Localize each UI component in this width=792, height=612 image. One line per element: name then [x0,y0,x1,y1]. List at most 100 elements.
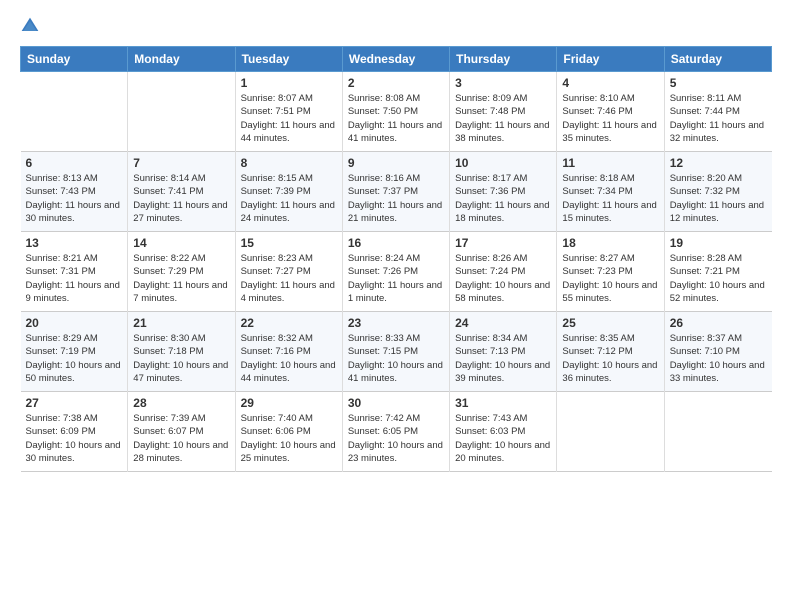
day-info: Sunrise: 8:27 AM Sunset: 7:23 PM Dayligh… [562,252,658,305]
day-number: 18 [562,236,658,250]
day-cell: 8Sunrise: 8:15 AM Sunset: 7:39 PM Daylig… [235,152,342,232]
day-cell: 14 Sunrise: 8:22 AM Sunset: 7:29 PM Dayli… [128,232,235,312]
day-number: 19 [670,236,767,250]
day-number: 26 [670,316,767,330]
day-cell: 15 Sunrise: 8:23 AM Sunset: 7:27 PM Dayli… [235,232,342,312]
day-cell: 1 Sunrise: 8:07 AM Sunset: 7:51 PM Daylig… [235,72,342,152]
day-number: 23 [348,316,444,330]
day-number: 12 [670,156,767,170]
day-number: 2 [348,76,444,90]
day-cell [664,392,771,472]
day-cell [128,72,235,152]
header-sunday: Sunday [21,47,128,72]
day-cell [557,392,664,472]
day-cell: 29 Sunrise: 7:40 AM Sunset: 6:06 PM Dayli… [235,392,342,472]
day-info: Sunrise: 8:30 AM Sunset: 7:18 PM Dayligh… [133,332,229,385]
day-info: Sunrise: 8:26 AM Sunset: 7:24 PM Dayligh… [455,252,551,305]
day-number: 30 [348,396,444,410]
calendar-table: SundayMondayTuesdayWednesdayThursdayFrid… [20,46,772,472]
day-number: 11 [562,156,658,170]
day-info: Sunrise: 8:07 AM Sunset: 7:51 PM Dayligh… [241,92,337,145]
day-number: 9 [348,156,444,170]
day-number: 29 [241,396,337,410]
week-row-1: 1 Sunrise: 8:07 AM Sunset: 7:51 PM Daylig… [21,72,772,152]
day-info: Sunrise: 8:29 AM Sunset: 7:19 PM Dayligh… [26,332,123,385]
day-number: 15 [241,236,337,250]
day-number: 28 [133,396,229,410]
week-row-2: 6Sunrise: 8:13 AM Sunset: 7:43 PM Daylig… [21,152,772,232]
day-info: Sunrise: 8:18 AM Sunset: 7:34 PM Dayligh… [562,172,658,225]
day-number: 7 [133,156,229,170]
day-number: 14 [133,236,229,250]
day-cell: 23 Sunrise: 8:33 AM Sunset: 7:15 PM Dayli… [342,312,449,392]
day-number: 21 [133,316,229,330]
day-info: Sunrise: 7:39 AM Sunset: 6:07 PM Dayligh… [133,412,229,465]
day-info: Sunrise: 8:35 AM Sunset: 7:12 PM Dayligh… [562,332,658,385]
day-cell: 17Sunrise: 8:26 AM Sunset: 7:24 PM Dayli… [450,232,557,312]
week-row-4: 20Sunrise: 8:29 AM Sunset: 7:19 PM Dayli… [21,312,772,392]
day-info: Sunrise: 8:17 AM Sunset: 7:36 PM Dayligh… [455,172,551,225]
header-wednesday: Wednesday [342,47,449,72]
day-cell: 7 Sunrise: 8:14 AM Sunset: 7:41 PM Daylig… [128,152,235,232]
day-info: Sunrise: 8:13 AM Sunset: 7:43 PM Dayligh… [26,172,123,225]
week-row-3: 13 Sunrise: 8:21 AM Sunset: 7:31 PM Dayli… [21,232,772,312]
header-thursday: Thursday [450,47,557,72]
logo-icon [20,16,40,36]
day-cell: 5 Sunrise: 8:11 AM Sunset: 7:44 PM Daylig… [664,72,771,152]
day-number: 16 [348,236,444,250]
day-cell: 25 Sunrise: 8:35 AM Sunset: 7:12 PM Dayli… [557,312,664,392]
day-cell: 13 Sunrise: 8:21 AM Sunset: 7:31 PM Dayli… [21,232,128,312]
day-number: 5 [670,76,767,90]
day-cell: 4 Sunrise: 8:10 AM Sunset: 7:46 PM Daylig… [557,72,664,152]
day-cell: 9 Sunrise: 8:16 AM Sunset: 7:37 PM Daylig… [342,152,449,232]
day-number: 13 [26,236,123,250]
day-info: Sunrise: 7:40 AM Sunset: 6:06 PM Dayligh… [241,412,337,465]
day-info: Sunrise: 8:22 AM Sunset: 7:29 PM Dayligh… [133,252,229,305]
day-number: 8 [241,156,337,170]
day-info: Sunrise: 8:24 AM Sunset: 7:26 PM Dayligh… [348,252,444,305]
day-info: Sunrise: 8:37 AM Sunset: 7:10 PM Dayligh… [670,332,767,385]
header-monday: Monday [128,47,235,72]
day-cell: 22 Sunrise: 8:32 AM Sunset: 7:16 PM Dayli… [235,312,342,392]
week-row-5: 27 Sunrise: 7:38 AM Sunset: 6:09 PM Dayli… [21,392,772,472]
day-number: 1 [241,76,337,90]
day-cell: 30 Sunrise: 7:42 AM Sunset: 6:05 PM Dayli… [342,392,449,472]
day-cell: 2Sunrise: 8:08 AM Sunset: 7:50 PM Daylig… [342,72,449,152]
day-cell: 12 Sunrise: 8:20 AM Sunset: 7:32 PM Dayli… [664,152,771,232]
day-info: Sunrise: 8:20 AM Sunset: 7:32 PM Dayligh… [670,172,767,225]
day-info: Sunrise: 7:42 AM Sunset: 6:05 PM Dayligh… [348,412,444,465]
day-cell: 18 Sunrise: 8:27 AM Sunset: 7:23 PM Dayli… [557,232,664,312]
day-number: 27 [26,396,123,410]
day-info: Sunrise: 7:43 AM Sunset: 6:03 PM Dayligh… [455,412,551,465]
day-number: 25 [562,316,658,330]
logo [20,16,44,36]
day-cell [21,72,128,152]
day-cell: 31Sunrise: 7:43 AM Sunset: 6:03 PM Dayli… [450,392,557,472]
header-friday: Friday [557,47,664,72]
day-info: Sunrise: 7:38 AM Sunset: 6:09 PM Dayligh… [26,412,123,465]
day-cell: 21 Sunrise: 8:30 AM Sunset: 7:18 PM Dayli… [128,312,235,392]
day-number: 10 [455,156,551,170]
day-number: 4 [562,76,658,90]
day-info: Sunrise: 8:23 AM Sunset: 7:27 PM Dayligh… [241,252,337,305]
day-cell: 27 Sunrise: 7:38 AM Sunset: 6:09 PM Dayli… [21,392,128,472]
day-info: Sunrise: 8:11 AM Sunset: 7:44 PM Dayligh… [670,92,767,145]
day-cell: 3 Sunrise: 8:09 AM Sunset: 7:48 PM Daylig… [450,72,557,152]
day-cell: 28 Sunrise: 7:39 AM Sunset: 6:07 PM Dayli… [128,392,235,472]
day-cell: 20Sunrise: 8:29 AM Sunset: 7:19 PM Dayli… [21,312,128,392]
day-info: Sunrise: 8:33 AM Sunset: 7:15 PM Dayligh… [348,332,444,385]
day-number: 22 [241,316,337,330]
day-number: 24 [455,316,551,330]
day-info: Sunrise: 8:09 AM Sunset: 7:48 PM Dayligh… [455,92,551,145]
day-info: Sunrise: 8:10 AM Sunset: 7:46 PM Dayligh… [562,92,658,145]
header-tuesday: Tuesday [235,47,342,72]
day-info: Sunrise: 8:16 AM Sunset: 7:37 PM Dayligh… [348,172,444,225]
day-info: Sunrise: 8:28 AM Sunset: 7:21 PM Dayligh… [670,252,767,305]
day-info: Sunrise: 8:21 AM Sunset: 7:31 PM Dayligh… [26,252,123,305]
day-cell: 10 Sunrise: 8:17 AM Sunset: 7:36 PM Dayli… [450,152,557,232]
day-cell: 24Sunrise: 8:34 AM Sunset: 7:13 PM Dayli… [450,312,557,392]
day-number: 3 [455,76,551,90]
day-info: Sunrise: 8:14 AM Sunset: 7:41 PM Dayligh… [133,172,229,225]
day-cell: 16 Sunrise: 8:24 AM Sunset: 7:26 PM Dayli… [342,232,449,312]
day-info: Sunrise: 8:32 AM Sunset: 7:16 PM Dayligh… [241,332,337,385]
